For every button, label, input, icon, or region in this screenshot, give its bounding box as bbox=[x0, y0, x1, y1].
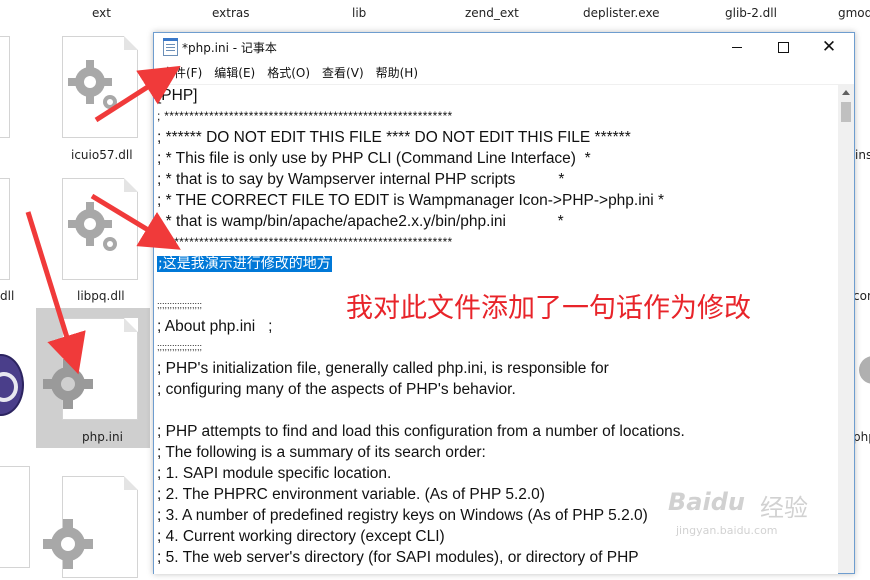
gear-icon bbox=[68, 202, 117, 251]
editor-line: ; **************************************… bbox=[157, 109, 453, 123]
editor-line: ; * that is wamp/bin/apache/apache2.x.y/… bbox=[157, 213, 564, 230]
partial-file-label: php bbox=[853, 430, 870, 444]
partial-file-icon[interactable] bbox=[0, 466, 30, 568]
file-label: libpq.dll bbox=[77, 289, 125, 303]
close-button[interactable]: ✕ bbox=[806, 33, 852, 61]
selected-text[interactable]: ;这是我演示进行修改的地方 bbox=[157, 256, 332, 272]
folder-lib[interactable]: lib bbox=[352, 6, 366, 20]
gear-icon bbox=[859, 356, 870, 384]
editor-line: ; 2. The PHPRC environment variable. (As… bbox=[157, 486, 545, 503]
menu-edit[interactable]: 编辑(E) bbox=[212, 64, 261, 81]
baidu-url: jingyan.baidu.com bbox=[676, 524, 778, 537]
menu-help[interactable]: 帮助(H) bbox=[374, 64, 424, 81]
editor-line: ; * that is to say by Wampserver interna… bbox=[157, 171, 565, 188]
gear-icon bbox=[68, 60, 117, 109]
editor-line: ; 3. A number of predefined registry key… bbox=[157, 507, 648, 524]
folder-zend-ext[interactable]: zend_ext bbox=[465, 6, 519, 20]
window-title: *php.ini - 记事本 bbox=[182, 41, 277, 55]
gear-icon bbox=[43, 519, 93, 569]
editor-line: ; **************************************… bbox=[157, 235, 453, 249]
folder-extras[interactable]: extras bbox=[212, 6, 250, 20]
editor-line: [PHP] bbox=[157, 87, 198, 104]
editor-line: ; * THE CORRECT FILE TO EDIT is Wampmana… bbox=[157, 192, 665, 209]
file-glib[interactable]: glib-2.dll bbox=[725, 6, 777, 20]
editor-line: ; 5. The web server's directory (for SAP… bbox=[157, 549, 639, 566]
baidu-brand: 经验 bbox=[760, 494, 808, 522]
minimize-button[interactable] bbox=[714, 33, 760, 61]
editor-line: ; ****** DO NOT EDIT THIS FILE **** DO N… bbox=[157, 129, 631, 146]
annotation-text: 我对此文件添加了一句话作为修改 bbox=[346, 293, 751, 324]
editor-line: ; configuring many of the aspects of PHP… bbox=[157, 381, 516, 398]
title-bar[interactable]: *php.ini - 记事本 ✕ bbox=[154, 33, 854, 61]
file-label: php.ini bbox=[82, 430, 123, 444]
baidu-watermark: Baidu 经验 jingyan.baidu.com bbox=[668, 488, 858, 550]
partial-file-label: ins bbox=[855, 148, 870, 162]
editor-line: ; PHP's initialization file, generally c… bbox=[157, 360, 609, 377]
file-label: icuio57.dll bbox=[71, 148, 133, 162]
menu-file[interactable]: 文件(F) bbox=[160, 64, 208, 81]
minimize-icon bbox=[732, 46, 742, 48]
editor-line: ; 1. SAPI module specific location. bbox=[157, 465, 392, 482]
gear-icon bbox=[43, 359, 93, 409]
editor-line: ; 4. Current working directory (except C… bbox=[157, 528, 445, 545]
partial-file-icon[interactable] bbox=[0, 178, 10, 280]
editor-line: ; The following is a summary of its sear… bbox=[157, 444, 486, 461]
menu-bar: 文件(F) 编辑(E) 格式(O) 查看(V) 帮助(H) bbox=[154, 61, 854, 83]
partial-file-label: dll bbox=[0, 289, 15, 303]
app-shortcut-icon[interactable] bbox=[0, 354, 24, 416]
baidu-logo: Baidu bbox=[668, 488, 745, 516]
editor-line: ; PHP attempts to find and load this con… bbox=[157, 423, 685, 440]
editor-line: ;;;;;;;;;;;;;;;;;; bbox=[157, 342, 203, 352]
partial-file-icon[interactable] bbox=[0, 36, 10, 138]
file-deplister[interactable]: deplister.exe bbox=[583, 6, 660, 20]
editor-line-highlighted: ;这是我演示进行修改的地方 bbox=[157, 253, 332, 274]
partial-file-label: con bbox=[853, 289, 870, 303]
maximize-button[interactable] bbox=[760, 33, 806, 61]
close-icon: ✕ bbox=[821, 36, 837, 57]
scroll-up-arrow-icon[interactable] bbox=[838, 84, 854, 100]
editor-line: ; * This file is only use by PHP CLI (Co… bbox=[157, 150, 591, 167]
notepad-icon bbox=[163, 38, 178, 56]
editor-line: ; About php.ini ; bbox=[157, 318, 273, 335]
file-gmod[interactable]: gmod bbox=[838, 6, 870, 20]
explorer-top-row: ext extras lib zend_ext deplister.exe gl… bbox=[0, 0, 870, 28]
menu-view[interactable]: 查看(V) bbox=[320, 64, 370, 81]
folder-ext[interactable]: ext bbox=[92, 6, 111, 20]
maximize-icon bbox=[777, 41, 789, 53]
menu-format[interactable]: 格式(O) bbox=[265, 64, 316, 81]
scroll-thumb[interactable] bbox=[841, 102, 851, 122]
editor-line: ;;;;;;;;;;;;;;;;;; bbox=[157, 300, 203, 310]
